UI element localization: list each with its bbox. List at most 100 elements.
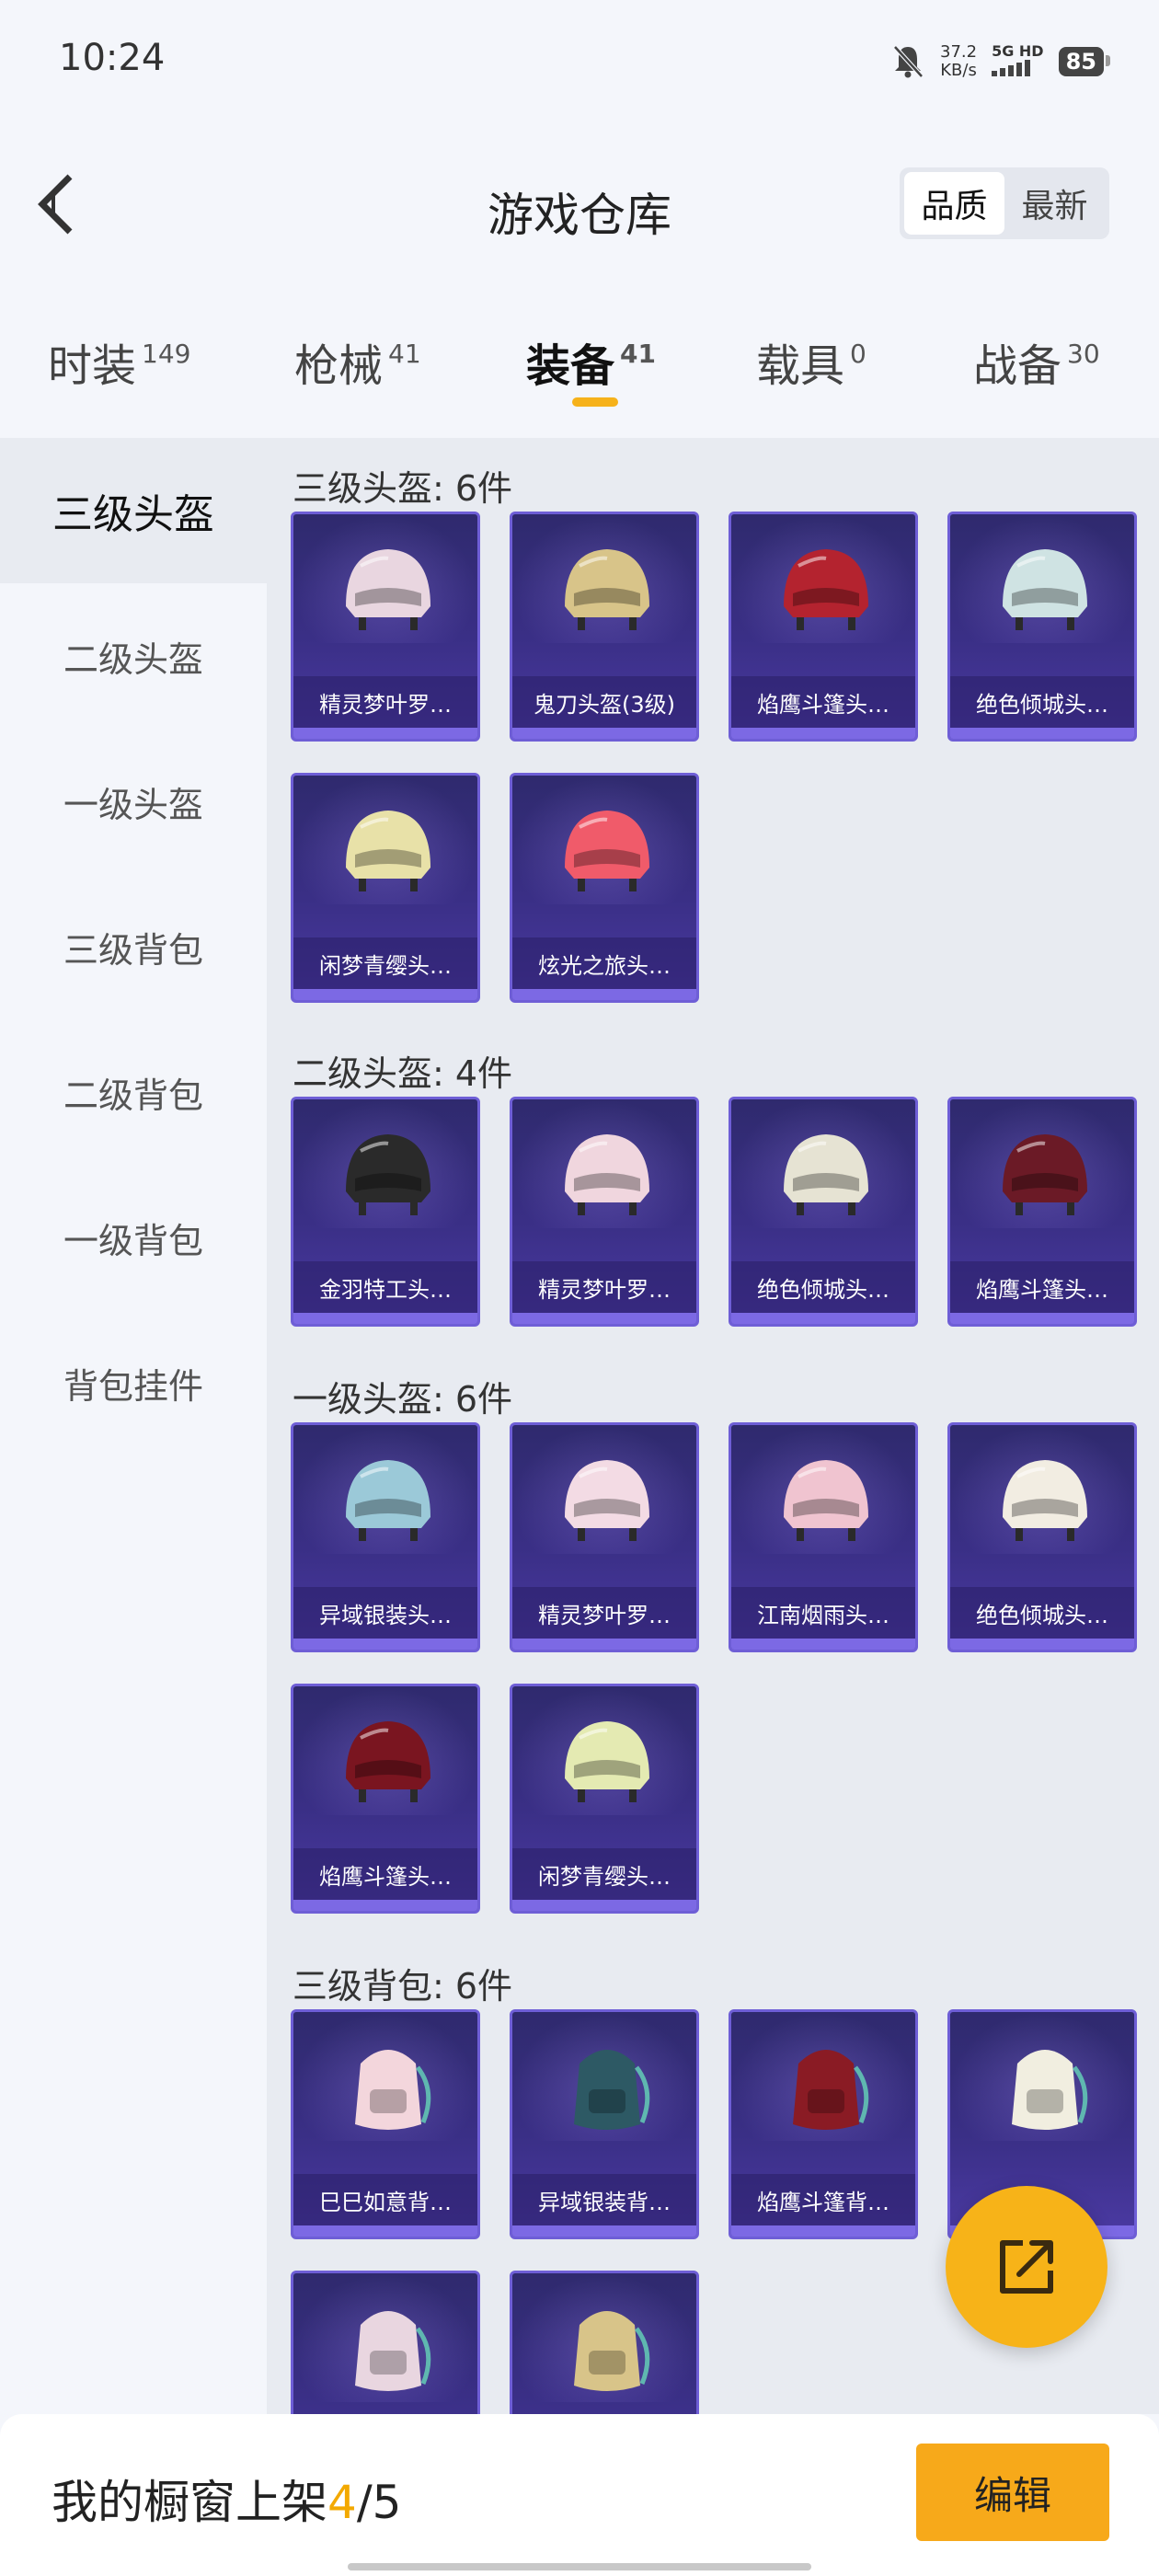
- active-tab-indicator: [572, 397, 618, 407]
- helmet-icon: [1003, 549, 1087, 630]
- helmet-icon: [346, 1134, 430, 1215]
- tab-supplies[interactable]: 战备 30: [973, 329, 1100, 394]
- item-card[interactable]: 鬼刀头盔(3级): [510, 512, 699, 742]
- category-tabs: 时装 149 枪械 41 装备 41 载具 0 战备 30: [0, 313, 1159, 423]
- tab-firearms[interactable]: 枪械 41: [294, 329, 421, 394]
- item-name: 异域银装背…: [512, 2174, 696, 2225]
- item-card[interactable]: 江南烟雨头…: [729, 1422, 918, 1652]
- item-name: 闲梦青缨头…: [512, 1848, 696, 1900]
- item-card[interactable]: 异域银装头…: [291, 1422, 480, 1652]
- helmet-icon: [346, 1460, 430, 1541]
- header: 游戏仓库 品质 最新: [0, 121, 1159, 287]
- item-name: 炫光之旅头…: [512, 937, 696, 989]
- item-card[interactable]: [510, 2271, 699, 2414]
- item-card[interactable]: [291, 2271, 480, 2414]
- quality-bar: [293, 728, 477, 739]
- item-card[interactable]: 绝色倾城头…: [947, 512, 1137, 742]
- network-speed: 37.2 KB/s: [940, 42, 978, 80]
- backpack-icon: [355, 2050, 431, 2130]
- quality-bar: [512, 1313, 696, 1324]
- share-button[interactable]: [946, 2186, 1107, 2348]
- sidebar-item-level3-backpack[interactable]: 三级背包: [0, 874, 267, 1019]
- item-name: 巳巳如意背…: [293, 2174, 477, 2225]
- item-card[interactable]: 巳巳如意背…: [291, 2009, 480, 2239]
- item-card[interactable]: 炫光之旅头…: [510, 773, 699, 1003]
- quality-bar: [512, 1639, 696, 1650]
- item-name: 江南烟雨头…: [731, 1587, 915, 1639]
- item-name: 精灵梦叶罗…: [512, 1587, 696, 1639]
- helmet-icon: [346, 1721, 430, 1802]
- item-grid: 三级头盔: 6件精灵梦叶罗… 鬼刀头盔(3级) 焰鹰斗篷头… 绝色倾城头… 闲梦青缨头……: [267, 438, 1159, 2414]
- helmet-icon: [784, 1460, 868, 1541]
- sidebar-item-level3-helmet[interactable]: 三级头盔: [0, 438, 267, 583]
- status-time: 10:24: [59, 37, 166, 79]
- bottom-bar: 我的橱窗上架4/5 编辑: [0, 2414, 1159, 2576]
- status-icons: 37.2 KB/s 5G HD 85: [890, 39, 1111, 85]
- quality-bar: [293, 989, 477, 1000]
- item-name: 焰鹰斗篷背…: [731, 2174, 915, 2225]
- section-title: 三级头盔: 6件: [293, 468, 513, 509]
- helmet-icon: [346, 811, 430, 891]
- quality-bar: [950, 1313, 1134, 1324]
- item-card[interactable]: 焰鹰斗篷头…: [291, 1684, 480, 1914]
- quality-bar: [512, 1900, 696, 1911]
- signal-bars-icon: [992, 60, 1031, 76]
- quality-bar: [512, 2225, 696, 2237]
- item-card[interactable]: 绝色倾城头…: [947, 1422, 1137, 1652]
- item-card[interactable]: 闲梦青缨头…: [291, 773, 480, 1003]
- helmet-icon: [784, 549, 868, 630]
- quality-bar: [293, 1639, 477, 1650]
- item-name: 金羽特工头…: [293, 1261, 477, 1313]
- sidebar-item-level2-backpack[interactable]: 二级背包: [0, 1019, 267, 1165]
- quality-bar: [512, 728, 696, 739]
- item-card[interactable]: 精灵梦叶罗…: [510, 1422, 699, 1652]
- item-card[interactable]: 焰鹰斗篷头…: [947, 1097, 1137, 1327]
- helmet-icon: [565, 811, 649, 891]
- item-name: 焰鹰斗篷头…: [950, 1261, 1134, 1313]
- item-card[interactable]: 精灵梦叶罗…: [510, 1097, 699, 1327]
- quality-bar: [293, 1313, 477, 1324]
- helmet-icon: [346, 549, 430, 630]
- tab-vehicles[interactable]: 载具 0: [756, 329, 866, 394]
- sidebar-item-backpack-charm[interactable]: 背包挂件: [0, 1310, 267, 1455]
- helmet-icon: [565, 1134, 649, 1215]
- section-title: 二级头盔: 4件: [293, 1053, 513, 1094]
- item-name: 异域银装头…: [293, 1587, 477, 1639]
- helmet-icon: [1003, 1460, 1087, 1541]
- sidebar-item-level2-helmet[interactable]: 二级头盔: [0, 583, 267, 729]
- mute-bell-icon: [893, 45, 924, 78]
- item-card[interactable]: 金羽特工头…: [291, 1097, 480, 1327]
- quality-bar: [731, 728, 915, 739]
- backpack-icon: [355, 2311, 431, 2391]
- quality-bar: [950, 1639, 1134, 1650]
- helmet-icon: [565, 1460, 649, 1541]
- edit-button[interactable]: 编辑: [916, 2444, 1109, 2541]
- item-name: 绝色倾城头…: [731, 1261, 915, 1313]
- quality-bar: [293, 1900, 477, 1911]
- sidebar-item-level1-backpack[interactable]: 一级背包: [0, 1165, 267, 1310]
- item-card[interactable]: 绝色倾城头…: [729, 1097, 918, 1327]
- item-name: 绝色倾城头…: [950, 676, 1134, 728]
- battery-indicator: 85: [1058, 47, 1111, 76]
- item-card[interactable]: 焰鹰斗篷背…: [729, 2009, 918, 2239]
- sort-toggle: 品质 最新: [900, 167, 1109, 239]
- sort-quality-button[interactable]: 品质: [904, 172, 1004, 235]
- helmet-icon: [784, 1134, 868, 1215]
- status-bar: 10:24 37.2 KB/s 5G HD 85: [0, 0, 1159, 121]
- item-card[interactable]: 焰鹰斗篷头…: [729, 512, 918, 742]
- sidebar-item-level1-helmet[interactable]: 一级头盔: [0, 729, 267, 874]
- section-title: 一级头盔: 6件: [293, 1379, 513, 1420]
- item-card[interactable]: 异域银装背…: [510, 2009, 699, 2239]
- item-name: 焰鹰斗篷头…: [731, 676, 915, 728]
- item-name: 闲梦青缨头…: [293, 937, 477, 989]
- item-name: 精灵梦叶罗…: [293, 676, 477, 728]
- home-indicator: [348, 2563, 811, 2570]
- item-card[interactable]: 闲梦青缨头…: [510, 1684, 699, 1914]
- tab-fashion[interactable]: 时装 149: [48, 329, 190, 394]
- sort-latest-button[interactable]: 最新: [1004, 172, 1105, 235]
- item-card[interactable]: 精灵梦叶罗…: [291, 512, 480, 742]
- signal-icon: 5G HD: [992, 43, 1044, 80]
- quality-bar: [950, 728, 1134, 739]
- tab-equipment[interactable]: 装备 41: [526, 329, 656, 394]
- sidebar: 三级头盔 二级头盔 一级头盔 三级背包 二级背包 一级背包 背包挂件: [0, 438, 267, 2414]
